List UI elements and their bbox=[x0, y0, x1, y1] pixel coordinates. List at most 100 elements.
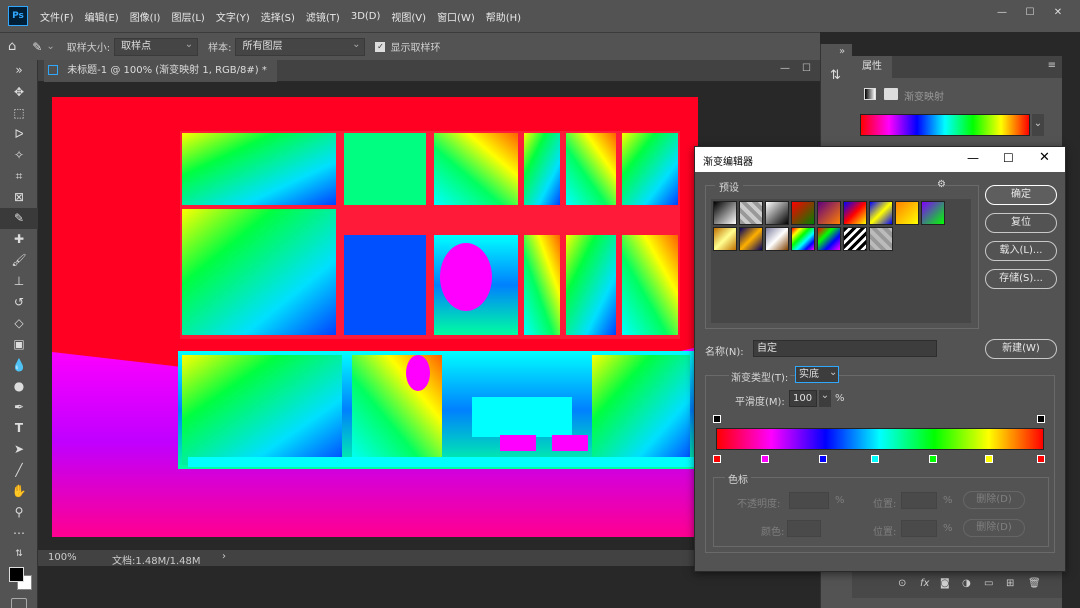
menu-layer[interactable]: 图层(L) bbox=[171, 9, 204, 24]
gradient-bar[interactable] bbox=[716, 428, 1044, 450]
frame-tool-icon[interactable]: ⊠ bbox=[0, 187, 38, 208]
menu-filter[interactable]: 滤镜(T) bbox=[306, 9, 340, 24]
minimize-button[interactable]: — bbox=[988, 4, 1016, 22]
ok-button[interactable]: 确定 bbox=[985, 185, 1057, 205]
tool-preset-chevron-icon[interactable]: ⌄ bbox=[46, 41, 54, 52]
preset-swatch[interactable] bbox=[739, 201, 763, 225]
document-tab[interactable]: 未标题-1 @ 100% (渐变映射 1, RGB/8#) * bbox=[44, 60, 277, 82]
name-input[interactable]: 自定 bbox=[753, 340, 937, 357]
sample-size-select[interactable]: 取样点 bbox=[114, 37, 199, 56]
hand-tool-icon[interactable]: ✋ bbox=[0, 481, 38, 502]
more-tools-icon[interactable]: ⋯ bbox=[0, 523, 38, 544]
doc-maximize-icon[interactable]: ☐ bbox=[802, 63, 811, 74]
color-stop[interactable] bbox=[985, 455, 993, 463]
preset-swatch[interactable] bbox=[895, 201, 919, 225]
presets-gear-icon[interactable]: ⚙ bbox=[937, 179, 946, 190]
clip-to-layer-icon[interactable]: ⊙ bbox=[898, 578, 906, 589]
preset-swatch[interactable] bbox=[791, 201, 815, 225]
smoothness-chevron-icon[interactable]: ⌄ bbox=[819, 390, 831, 407]
preset-swatch[interactable] bbox=[843, 227, 867, 251]
menu-edit[interactable]: 编辑(E) bbox=[85, 9, 119, 24]
quick-mask-icon[interactable] bbox=[11, 598, 27, 608]
sample-select[interactable]: 所有图层 bbox=[235, 37, 366, 56]
menu-image[interactable]: 图像(I) bbox=[130, 9, 161, 24]
lasso-tool-icon[interactable]: ᐅ bbox=[0, 124, 38, 145]
swap-colors-icon[interactable]: ⇅ bbox=[0, 544, 38, 565]
preset-swatch[interactable] bbox=[869, 227, 893, 251]
marquee-tool-icon[interactable]: ⬚ bbox=[0, 103, 38, 124]
menu-select[interactable]: 选择(S) bbox=[261, 9, 295, 24]
preset-swatch[interactable] bbox=[791, 227, 815, 251]
document-canvas[interactable] bbox=[52, 97, 698, 537]
preset-swatch[interactable] bbox=[713, 227, 737, 251]
dialog-maximize-icon[interactable]: ☐ bbox=[1003, 151, 1014, 165]
dialog-close-icon[interactable]: ✕ bbox=[1039, 150, 1050, 165]
brush-tool-icon[interactable]: 🖌 bbox=[0, 250, 38, 271]
menu-help[interactable]: 帮助(H) bbox=[486, 9, 521, 24]
gradient-dropdown-icon[interactable]: ⌄ bbox=[1032, 114, 1044, 136]
opacity-stop[interactable] bbox=[1037, 415, 1045, 423]
menu-type[interactable]: 文字(Y) bbox=[216, 9, 250, 24]
save-button[interactable]: 存储(S)... bbox=[985, 269, 1057, 289]
crop-tool-icon[interactable]: ⌗ bbox=[0, 166, 38, 187]
adjustments-panel-icon[interactable]: ⇅ bbox=[830, 68, 841, 83]
home-icon[interactable]: ⌂ bbox=[8, 39, 16, 54]
color-stop[interactable] bbox=[929, 455, 937, 463]
status-menu-arrow-icon[interactable]: › bbox=[222, 551, 226, 562]
dialog-title-bar[interactable]: 渐变编辑器 — ☐ ✕ bbox=[695, 147, 1065, 172]
blur-tool-icon[interactable]: 💧 bbox=[0, 355, 38, 376]
eyedropper-icon[interactable]: ✎ bbox=[0, 208, 38, 229]
preset-swatch[interactable] bbox=[765, 201, 789, 225]
preset-swatch[interactable] bbox=[817, 227, 841, 251]
menu-file[interactable]: 文件(F) bbox=[40, 9, 74, 24]
collapse-panels-icon[interactable]: » bbox=[839, 46, 845, 57]
color-stop[interactable] bbox=[871, 455, 879, 463]
color-stop[interactable] bbox=[819, 455, 827, 463]
foreground-color-swatch[interactable] bbox=[9, 567, 24, 582]
preset-swatch[interactable] bbox=[713, 201, 737, 225]
move-tool-icon[interactable]: ✥ bbox=[0, 82, 38, 103]
zoom-level[interactable]: 100% bbox=[48, 552, 77, 563]
zoom-tool-icon[interactable]: ⚲ bbox=[0, 502, 38, 523]
maximize-button[interactable]: ☐ bbox=[1016, 4, 1044, 22]
eyedropper-tool-icon[interactable]: ✎ bbox=[32, 40, 42, 54]
view-previous-icon[interactable]: fx bbox=[920, 578, 929, 589]
panel-menu-icon[interactable]: ≡ bbox=[1048, 60, 1056, 71]
color-stop[interactable] bbox=[761, 455, 769, 463]
close-button[interactable]: ✕ bbox=[1044, 4, 1072, 22]
clone-stamp-tool-icon[interactable]: ⊥ bbox=[0, 271, 38, 292]
adjustment-layer-icon[interactable]: ◑ bbox=[962, 578, 971, 589]
menu-window[interactable]: 窗口(W) bbox=[437, 9, 475, 24]
dodge-tool-icon[interactable]: ● bbox=[0, 376, 38, 397]
pen-tool-icon[interactable]: ✒ bbox=[0, 397, 38, 418]
new-button[interactable]: 新建(W) bbox=[985, 339, 1057, 359]
history-brush-tool-icon[interactable]: ↺ bbox=[0, 292, 38, 313]
preset-swatch[interactable] bbox=[921, 201, 945, 225]
load-button[interactable]: 载入(L)... bbox=[985, 241, 1057, 261]
preset-swatch[interactable] bbox=[765, 227, 789, 251]
toolbox-collapse-icon[interactable]: » bbox=[0, 60, 38, 82]
doc-minimize-icon[interactable]: — bbox=[780, 63, 790, 74]
preset-swatch[interactable] bbox=[869, 201, 893, 225]
opacity-delete-button[interactable]: 删除(D) bbox=[963, 491, 1025, 509]
type-tool-icon[interactable]: T bbox=[0, 418, 38, 439]
show-ring-checkbox[interactable]: ✓ bbox=[375, 41, 386, 52]
eraser-tool-icon[interactable]: ◇ bbox=[0, 313, 38, 334]
properties-tab[interactable]: 属性 bbox=[852, 56, 892, 78]
preset-swatch[interactable] bbox=[739, 227, 763, 251]
line-tool-icon[interactable]: ╱ bbox=[0, 460, 38, 481]
new-layer-icon[interactable]: ⊞ bbox=[1006, 578, 1014, 589]
path-selection-tool-icon[interactable]: ➤ bbox=[0, 439, 38, 460]
color-stop[interactable] bbox=[1037, 455, 1045, 463]
menu-view[interactable]: 视图(V) bbox=[391, 9, 426, 24]
dialog-minimize-icon[interactable]: — bbox=[967, 151, 979, 165]
color-stop[interactable] bbox=[713, 455, 721, 463]
preset-swatch[interactable] bbox=[843, 201, 867, 225]
trash-icon[interactable]: 🗑 bbox=[1028, 578, 1041, 589]
menu-3d[interactable]: 3D(D) bbox=[351, 11, 381, 22]
gradient-preview-bar[interactable] bbox=[860, 114, 1030, 136]
smoothness-input[interactable]: 100 bbox=[789, 390, 817, 407]
reset-button[interactable]: 复位 bbox=[985, 213, 1057, 233]
add-mask-icon[interactable]: ◙ bbox=[940, 578, 950, 589]
healing-brush-tool-icon[interactable]: ✚ bbox=[0, 229, 38, 250]
